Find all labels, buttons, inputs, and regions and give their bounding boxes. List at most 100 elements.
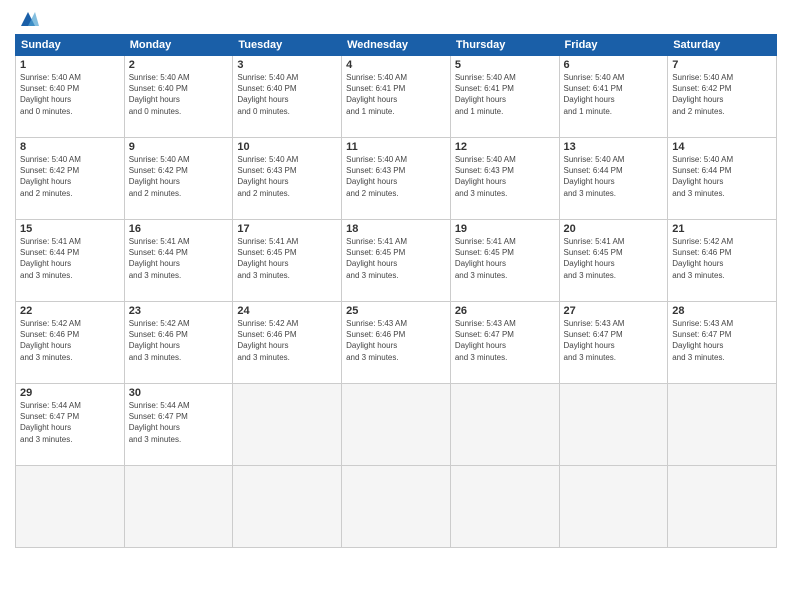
calendar-cell: 4 Sunrise: 5:40 AM Sunset: 6:41 PM Dayli… xyxy=(342,56,451,138)
calendar-cell: 11 Sunrise: 5:40 AM Sunset: 6:43 PM Dayl… xyxy=(342,138,451,220)
calendar-cell: 29 Sunrise: 5:44 AM Sunset: 6:47 PM Dayl… xyxy=(16,384,125,466)
calendar-cell xyxy=(450,466,559,548)
calendar-cell xyxy=(233,384,342,466)
day-number: 21 xyxy=(672,223,772,235)
day-number: 9 xyxy=(129,141,229,153)
weekday-header-sunday: Sunday xyxy=(16,35,125,56)
day-number: 11 xyxy=(346,141,446,153)
day-number: 25 xyxy=(346,305,446,317)
day-number: 28 xyxy=(672,305,772,317)
day-info: Sunrise: 5:43 AM Sunset: 6:47 PM Dayligh… xyxy=(564,318,664,363)
calendar-cell: 19 Sunrise: 5:41 AM Sunset: 6:45 PM Dayl… xyxy=(450,220,559,302)
day-info: Sunrise: 5:40 AM Sunset: 6:40 PM Dayligh… xyxy=(129,72,229,117)
day-info: Sunrise: 5:42 AM Sunset: 6:46 PM Dayligh… xyxy=(129,318,229,363)
calendar-cell: 10 Sunrise: 5:40 AM Sunset: 6:43 PM Dayl… xyxy=(233,138,342,220)
day-info: Sunrise: 5:43 AM Sunset: 6:47 PM Dayligh… xyxy=(455,318,555,363)
calendar-cell: 27 Sunrise: 5:43 AM Sunset: 6:47 PM Dayl… xyxy=(559,302,668,384)
day-number: 18 xyxy=(346,223,446,235)
day-number: 16 xyxy=(129,223,229,235)
day-info: Sunrise: 5:42 AM Sunset: 6:46 PM Dayligh… xyxy=(20,318,120,363)
calendar: SundayMondayTuesdayWednesdayThursdayFrid… xyxy=(15,34,777,548)
day-info: Sunrise: 5:40 AM Sunset: 6:40 PM Dayligh… xyxy=(237,72,337,117)
weekday-header-thursday: Thursday xyxy=(450,35,559,56)
weekday-header-tuesday: Tuesday xyxy=(233,35,342,56)
day-info: Sunrise: 5:41 AM Sunset: 6:44 PM Dayligh… xyxy=(129,236,229,281)
day-number: 29 xyxy=(20,387,120,399)
calendar-cell: 17 Sunrise: 5:41 AM Sunset: 6:45 PM Dayl… xyxy=(233,220,342,302)
calendar-cell: 21 Sunrise: 5:42 AM Sunset: 6:46 PM Dayl… xyxy=(668,220,777,302)
day-info: Sunrise: 5:40 AM Sunset: 6:44 PM Dayligh… xyxy=(672,154,772,199)
calendar-cell: 1 Sunrise: 5:40 AM Sunset: 6:40 PM Dayli… xyxy=(16,56,125,138)
calendar-cell: 14 Sunrise: 5:40 AM Sunset: 6:44 PM Dayl… xyxy=(668,138,777,220)
day-number: 19 xyxy=(455,223,555,235)
calendar-cell xyxy=(124,466,233,548)
day-info: Sunrise: 5:40 AM Sunset: 6:42 PM Dayligh… xyxy=(129,154,229,199)
day-info: Sunrise: 5:41 AM Sunset: 6:45 PM Dayligh… xyxy=(455,236,555,281)
day-info: Sunrise: 5:43 AM Sunset: 6:47 PM Dayligh… xyxy=(672,318,772,363)
day-info: Sunrise: 5:42 AM Sunset: 6:46 PM Dayligh… xyxy=(672,236,772,281)
logo-icon xyxy=(17,8,39,30)
calendar-cell: 6 Sunrise: 5:40 AM Sunset: 6:41 PM Dayli… xyxy=(559,56,668,138)
day-info: Sunrise: 5:40 AM Sunset: 6:43 PM Dayligh… xyxy=(346,154,446,199)
day-number: 23 xyxy=(129,305,229,317)
calendar-cell: 7 Sunrise: 5:40 AM Sunset: 6:42 PM Dayli… xyxy=(668,56,777,138)
day-number: 3 xyxy=(237,59,337,71)
calendar-cell: 26 Sunrise: 5:43 AM Sunset: 6:47 PM Dayl… xyxy=(450,302,559,384)
weekday-header-monday: Monday xyxy=(124,35,233,56)
calendar-cell: 9 Sunrise: 5:40 AM Sunset: 6:42 PM Dayli… xyxy=(124,138,233,220)
calendar-cell: 2 Sunrise: 5:40 AM Sunset: 6:40 PM Dayli… xyxy=(124,56,233,138)
day-number: 12 xyxy=(455,141,555,153)
calendar-cell: 30 Sunrise: 5:44 AM Sunset: 6:47 PM Dayl… xyxy=(124,384,233,466)
day-info: Sunrise: 5:41 AM Sunset: 6:45 PM Dayligh… xyxy=(564,236,664,281)
day-info: Sunrise: 5:44 AM Sunset: 6:47 PM Dayligh… xyxy=(20,400,120,445)
day-info: Sunrise: 5:40 AM Sunset: 6:44 PM Dayligh… xyxy=(564,154,664,199)
day-info: Sunrise: 5:40 AM Sunset: 6:40 PM Dayligh… xyxy=(20,72,120,117)
calendar-cell: 25 Sunrise: 5:43 AM Sunset: 6:46 PM Dayl… xyxy=(342,302,451,384)
day-number: 20 xyxy=(564,223,664,235)
day-info: Sunrise: 5:44 AM Sunset: 6:47 PM Dayligh… xyxy=(129,400,229,445)
calendar-cell: 13 Sunrise: 5:40 AM Sunset: 6:44 PM Dayl… xyxy=(559,138,668,220)
calendar-cell: 5 Sunrise: 5:40 AM Sunset: 6:41 PM Dayli… xyxy=(450,56,559,138)
calendar-cell: 24 Sunrise: 5:42 AM Sunset: 6:46 PM Dayl… xyxy=(233,302,342,384)
calendar-cell xyxy=(559,384,668,466)
day-number: 4 xyxy=(346,59,446,71)
day-info: Sunrise: 5:40 AM Sunset: 6:41 PM Dayligh… xyxy=(564,72,664,117)
calendar-cell: 23 Sunrise: 5:42 AM Sunset: 6:46 PM Dayl… xyxy=(124,302,233,384)
calendar-cell: 22 Sunrise: 5:42 AM Sunset: 6:46 PM Dayl… xyxy=(16,302,125,384)
day-number: 10 xyxy=(237,141,337,153)
day-number: 6 xyxy=(564,59,664,71)
day-info: Sunrise: 5:40 AM Sunset: 6:42 PM Dayligh… xyxy=(672,72,772,117)
calendar-cell xyxy=(559,466,668,548)
day-number: 30 xyxy=(129,387,229,399)
calendar-cell: 15 Sunrise: 5:41 AM Sunset: 6:44 PM Dayl… xyxy=(16,220,125,302)
calendar-cell: 3 Sunrise: 5:40 AM Sunset: 6:40 PM Dayli… xyxy=(233,56,342,138)
day-number: 7 xyxy=(672,59,772,71)
day-number: 14 xyxy=(672,141,772,153)
day-number: 1 xyxy=(20,59,120,71)
calendar-cell: 18 Sunrise: 5:41 AM Sunset: 6:45 PM Dayl… xyxy=(342,220,451,302)
day-number: 15 xyxy=(20,223,120,235)
weekday-header-saturday: Saturday xyxy=(668,35,777,56)
day-info: Sunrise: 5:40 AM Sunset: 6:42 PM Dayligh… xyxy=(20,154,120,199)
page: SundayMondayTuesdayWednesdayThursdayFrid… xyxy=(0,0,792,612)
calendar-cell xyxy=(668,384,777,466)
day-info: Sunrise: 5:40 AM Sunset: 6:43 PM Dayligh… xyxy=(455,154,555,199)
day-info: Sunrise: 5:40 AM Sunset: 6:43 PM Dayligh… xyxy=(237,154,337,199)
day-number: 5 xyxy=(455,59,555,71)
calendar-cell xyxy=(16,466,125,548)
calendar-cell xyxy=(450,384,559,466)
day-info: Sunrise: 5:41 AM Sunset: 6:45 PM Dayligh… xyxy=(237,236,337,281)
day-number: 2 xyxy=(129,59,229,71)
day-info: Sunrise: 5:43 AM Sunset: 6:46 PM Dayligh… xyxy=(346,318,446,363)
calendar-cell: 28 Sunrise: 5:43 AM Sunset: 6:47 PM Dayl… xyxy=(668,302,777,384)
weekday-header-wednesday: Wednesday xyxy=(342,35,451,56)
calendar-cell: 12 Sunrise: 5:40 AM Sunset: 6:43 PM Dayl… xyxy=(450,138,559,220)
logo xyxy=(15,10,39,28)
day-info: Sunrise: 5:42 AM Sunset: 6:46 PM Dayligh… xyxy=(237,318,337,363)
calendar-cell xyxy=(668,466,777,548)
calendar-cell: 16 Sunrise: 5:41 AM Sunset: 6:44 PM Dayl… xyxy=(124,220,233,302)
calendar-cell xyxy=(233,466,342,548)
day-info: Sunrise: 5:40 AM Sunset: 6:41 PM Dayligh… xyxy=(346,72,446,117)
day-number: 24 xyxy=(237,305,337,317)
day-number: 13 xyxy=(564,141,664,153)
